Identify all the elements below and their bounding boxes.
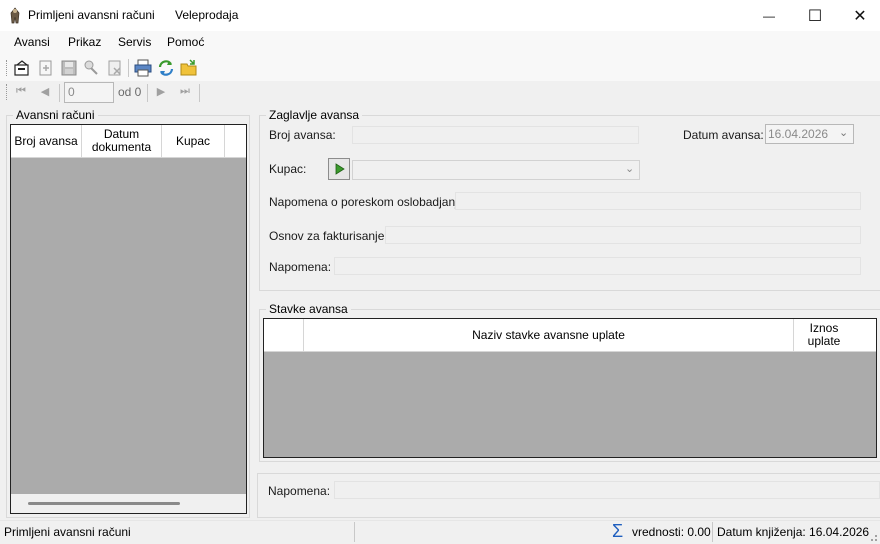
play-icon [335, 163, 345, 175]
menu-avansi[interactable]: Avansi [14, 35, 50, 49]
bottom-napomena-field[interactable] [334, 481, 880, 499]
close-button[interactable]: ✕ [837, 0, 880, 31]
sum-icon: Σ [612, 521, 624, 541]
app-icon [10, 7, 20, 24]
navigator-separator [59, 84, 60, 102]
window-title: Primljeni avansni računi [28, 8, 155, 22]
maximize-icon: ☐ [807, 7, 823, 25]
column-filler [225, 125, 246, 157]
minimize-icon: — [763, 8, 775, 23]
add-icon[interactable] [37, 59, 55, 77]
napomena-label: Napomena: [269, 260, 332, 274]
kupac-label: Kupac: [269, 162, 307, 176]
avansni-racuni-title: Avansni računi [13, 108, 98, 122]
menu-prikaz[interactable]: Prikaz [68, 35, 101, 49]
status-left-text: Primljeni avansni računi [4, 525, 131, 539]
previous-record-button[interactable]: ◀ [38, 85, 52, 98]
status-separator-2 [712, 522, 713, 542]
datum-avansa-label: Datum avansa: [683, 128, 764, 142]
next-record-button[interactable]: ▶ [154, 85, 168, 98]
previous-icon: ◀ [40, 86, 50, 98]
column-datum-dokumenta[interactable]: Datum dokumenta [82, 125, 162, 157]
last-icon: ⏭ [180, 85, 190, 97]
toolbar-separator [128, 59, 129, 77]
stavke-avansa-grid[interactable]: Naziv stavke avansne uplate Iznos uplate [263, 318, 877, 458]
datum-avansa-picker[interactable]: 16.04.2026 ⌄ [765, 124, 854, 144]
delete-icon[interactable] [106, 59, 124, 77]
osnov-fakturisanje-field[interactable] [385, 226, 861, 244]
search-key-icon[interactable] [82, 59, 100, 77]
napomena-porez-label: Napomena o poreskom oslobadjanju: [269, 195, 468, 209]
first-record-button[interactable]: ⏮ [14, 85, 28, 98]
column-kupac[interactable]: Kupac [162, 125, 225, 157]
window-subtitle: Veleprodaja [175, 8, 239, 22]
new-document-icon[interactable] [13, 59, 31, 77]
status-separator [354, 522, 355, 542]
record-position-input[interactable]: 0 [64, 82, 114, 103]
zaglavlje-avansa-title: Zaglavlje avansa [266, 108, 363, 122]
navigator-grip [6, 84, 9, 100]
osnov-fakturisanje-label: Osnov za fakturisanje: [269, 229, 388, 243]
napomena-field[interactable] [334, 257, 861, 275]
napomena-porez-field[interactable] [455, 192, 861, 210]
column-naziv-stavke[interactable]: Naziv stavke avansne uplate [304, 319, 794, 351]
maximize-button[interactable]: ☐ [792, 0, 838, 31]
last-record-button[interactable]: ⏭ [178, 85, 192, 98]
avansni-racuni-grid[interactable]: Broj avansa Datum dokumenta Kupac [10, 124, 247, 514]
column-iznos-uplate[interactable]: Iznos uplate [794, 319, 854, 351]
stavke-avansa-title: Stavke avansa [266, 302, 351, 316]
grid-header: Broj avansa Datum dokumenta Kupac [11, 125, 246, 158]
close-icon: ✕ [853, 7, 867, 25]
open-folder-icon[interactable] [180, 59, 198, 77]
broj-avansa-field[interactable] [352, 126, 639, 144]
kupac-combobox[interactable]: ⌄ [352, 160, 640, 180]
print-icon[interactable] [134, 59, 152, 77]
status-date: Datum knjiženja: 16.04.2026 [717, 525, 870, 539]
column-broj-avansa[interactable]: Broj avansa [11, 125, 82, 157]
first-icon: ⏮ [16, 85, 26, 97]
toolbar-grip [6, 60, 9, 76]
column-row-selector[interactable] [264, 319, 304, 351]
refresh-icon[interactable] [157, 59, 175, 77]
bottom-napomena-label: Napomena: [268, 484, 331, 498]
record-count-label: od 0 [118, 85, 142, 99]
save-icon[interactable] [60, 59, 78, 77]
main-toolbar [0, 55, 880, 81]
scrollbar-thumb[interactable] [28, 502, 180, 505]
datum-avansa-value: 16.04.2026 [768, 127, 829, 141]
minimize-button[interactable]: — [746, 0, 792, 31]
broj-avansa-label: Broj avansa: [269, 128, 336, 142]
next-icon: ▶ [156, 86, 166, 98]
chevron-down-icon[interactable]: ⌄ [839, 126, 848, 139]
navigator-separator-2 [147, 84, 148, 102]
chevron-down-icon[interactable]: ⌄ [625, 162, 634, 175]
menu-pomoc[interactable]: Pomoć [167, 35, 204, 49]
menu-servis[interactable]: Servis [118, 35, 151, 49]
kupac-select-button[interactable] [328, 158, 350, 180]
navigator-separator-3 [199, 84, 200, 102]
horizontal-scrollbar[interactable] [11, 494, 246, 513]
resize-grip-icon[interactable] [868, 532, 878, 542]
status-sum: vrednosti: 0.00 [632, 525, 711, 539]
stavke-grid-header: Naziv stavke avansne uplate Iznos uplate [264, 319, 876, 352]
